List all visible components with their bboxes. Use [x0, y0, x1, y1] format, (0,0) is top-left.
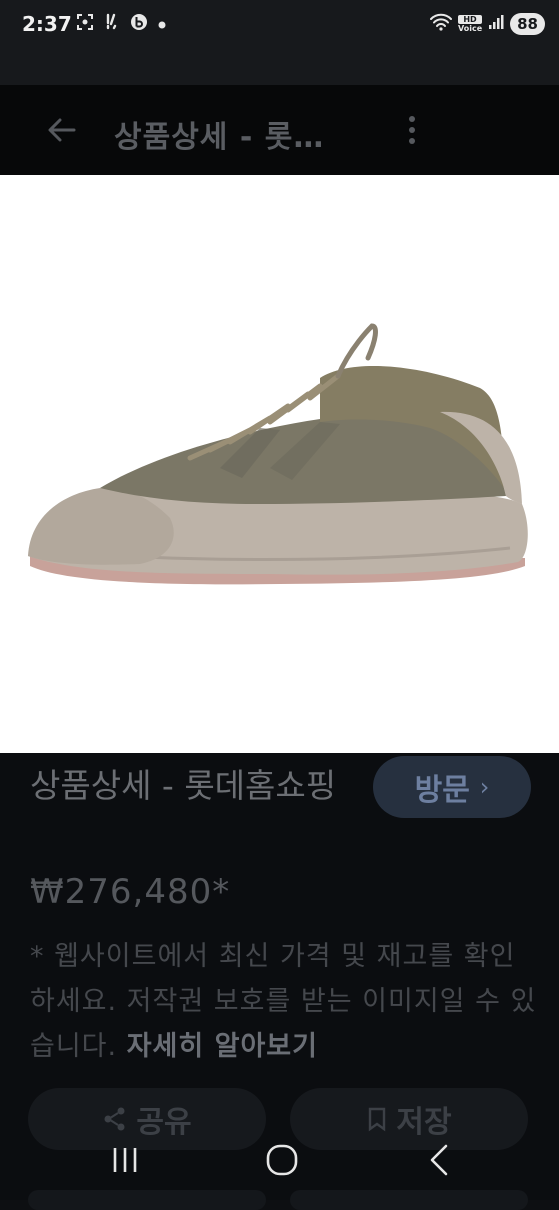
header-title: 상품상세 - 롯…: [114, 120, 325, 155]
back-icon[interactable]: [420, 1142, 460, 1178]
visit-label: 방문: [414, 773, 470, 808]
recent-apps-icon[interactable]: [105, 1142, 145, 1178]
notification-icon: [103, 13, 121, 36]
shoe-image: [28, 323, 528, 585]
price-notice: * 웹사이트에서 최신 가격 및 재고를 확인하세요. 저작권 보호를 받는 이…: [30, 934, 540, 1069]
learn-more-link[interactable]: 자세히 알아보기: [127, 1031, 318, 1062]
share-label: 공유: [136, 1105, 192, 1140]
status-icons-right: HD Voice 88: [429, 13, 545, 35]
chevron-right-icon: ›: [479, 773, 490, 801]
product-price: ₩276,480*: [30, 872, 231, 912]
home-icon[interactable]: [262, 1142, 302, 1178]
next-action-button[interactable]: [28, 1190, 266, 1210]
hd-label: HD: [457, 15, 483, 24]
back-arrow-icon[interactable]: [44, 112, 80, 148]
status-bar: 2:37 HD Voice 88: [0, 0, 559, 50]
status-band: [0, 50, 559, 85]
dot-icon: [157, 15, 167, 35]
hd-voice-indicator: HD Voice: [457, 15, 483, 33]
status-time: 2:37: [22, 12, 72, 36]
visit-button[interactable]: 방문 ›: [373, 756, 531, 818]
signal-icon: [488, 14, 504, 34]
next-action-button-2[interactable]: [290, 1190, 528, 1210]
b-app-icon: [130, 13, 148, 36]
bookmark-icon: [369, 1107, 386, 1132]
battery-indicator: 88: [510, 13, 545, 35]
share-icon: [104, 1107, 125, 1131]
status-icons-left: [76, 13, 167, 36]
share-button[interactable]: 공유: [28, 1088, 266, 1150]
voice-label: Voice: [457, 24, 483, 33]
more-options-icon[interactable]: [402, 114, 422, 146]
battery-level: 88: [517, 15, 538, 33]
product-title: 상품상세 - 롯데홈쇼핑: [30, 766, 337, 805]
save-button[interactable]: 저장: [290, 1088, 528, 1150]
wifi-icon: [429, 13, 452, 35]
screenshot-icon: [76, 13, 94, 36]
save-label: 저장: [396, 1105, 452, 1140]
